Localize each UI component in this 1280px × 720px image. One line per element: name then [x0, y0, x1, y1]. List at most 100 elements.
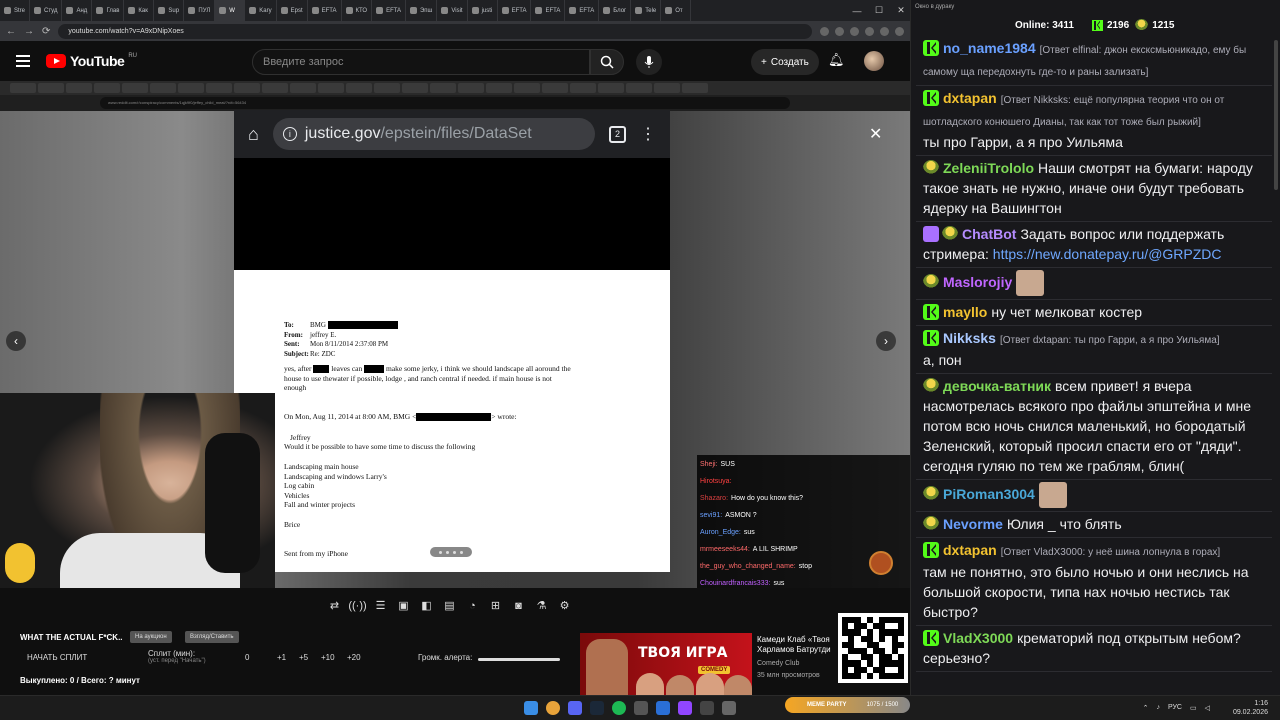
- playlist-icon[interactable]: ☰: [371, 596, 390, 615]
- tray-chevron-icon[interactable]: ⌃: [1143, 704, 1149, 712]
- extension-icon[interactable]: [880, 26, 889, 36]
- browser-tab[interactable]: Kary: [245, 0, 277, 21]
- lab-icon[interactable]: ⚗: [532, 596, 551, 615]
- chat-username[interactable]: Maslorojiy: [943, 274, 1012, 290]
- maximize-icon[interactable]: ☐: [868, 0, 890, 21]
- close-viewer-icon[interactable]: ✕: [869, 124, 882, 144]
- chrome-icon[interactable]: [546, 701, 560, 715]
- chat-username[interactable]: девочка-ватник: [943, 378, 1051, 394]
- browser-tab[interactable]: EFTA: [531, 0, 566, 21]
- language-indicator[interactable]: РУС: [1168, 704, 1182, 712]
- browser-tab[interactable]: EFTA: [565, 0, 600, 21]
- browser-tab[interactable]: Блог: [599, 0, 632, 21]
- volume-icon[interactable]: ◁: [1205, 704, 1210, 712]
- app-icon[interactable]: [656, 701, 670, 715]
- chat-username[interactable]: dxtapan: [943, 542, 997, 558]
- avatar[interactable]: [864, 51, 884, 71]
- auction-button[interactable]: На аукцион: [130, 631, 172, 643]
- windows-start-icon[interactable]: [524, 701, 538, 715]
- video-player[interactable]: www.reddit.com/r/conspiracy/comments/1qj…: [0, 81, 910, 588]
- browser-tab[interactable]: ПУЛ: [184, 0, 216, 21]
- chat-username[interactable]: dxtapan: [943, 90, 997, 106]
- spotify-icon[interactable]: [612, 701, 626, 715]
- split-plus10-button[interactable]: +10: [321, 653, 335, 662]
- recommended-thumbnail[interactable]: ТВОЯ ИГРА COMEDY: [580, 633, 752, 695]
- next-image-arrow-icon[interactable]: ›: [876, 331, 896, 351]
- speed-icon[interactable]: ◔: [463, 596, 482, 615]
- split-plus1-button[interactable]: +1: [277, 653, 286, 662]
- bid-button[interactable]: Взгляд/Ставить: [185, 631, 239, 643]
- browser-tab[interactable]: Epst: [277, 0, 308, 21]
- mic-tray-icon[interactable]: ♪: [1156, 704, 1160, 712]
- chat-username[interactable]: VladX3000: [943, 630, 1013, 646]
- browser-tab[interactable]: W: [215, 0, 246, 21]
- extension-icon[interactable]: [820, 26, 829, 36]
- chat-username[interactable]: no_name1984: [943, 40, 1036, 56]
- screenshot-icon[interactable]: ◙: [509, 596, 528, 615]
- subtitles-icon[interactable]: ▤: [440, 596, 459, 615]
- browser-tab[interactable]: Эпш: [406, 0, 438, 21]
- clip-icon[interactable]: ▣: [394, 596, 413, 615]
- split-plus20-button[interactable]: +20: [347, 653, 361, 662]
- back-icon[interactable]: ←: [6, 26, 16, 37]
- minimize-icon[interactable]: —: [846, 0, 868, 21]
- browser-tab[interactable]: EFTA: [498, 0, 532, 21]
- recommended-meta[interactable]: Камеди Клаб «Твоя Харламов Батрутди Come…: [757, 635, 837, 681]
- browser-tab[interactable]: EFTA: [372, 0, 406, 21]
- settings-gear-icon[interactable]: ⚙: [555, 596, 574, 615]
- twitch-icon[interactable]: [678, 701, 692, 715]
- chat-username[interactable]: Nevorme: [943, 516, 1003, 532]
- forward-icon[interactable]: →: [24, 26, 34, 37]
- search-input[interactable]: Введите запрос: [252, 49, 590, 75]
- loop-icon[interactable]: ⇄: [325, 596, 344, 615]
- browser-tab[interactable]: Stre: [0, 0, 31, 21]
- browser-tab[interactable]: Sup: [154, 0, 185, 21]
- start-split-button[interactable]: НАЧАТЬ СПЛИТ: [27, 653, 87, 662]
- image-pager[interactable]: [430, 547, 472, 557]
- search-button[interactable]: [590, 49, 624, 75]
- alert-volume-slider[interactable]: [478, 658, 560, 661]
- steam-icon[interactable]: [590, 701, 604, 715]
- extension-icon[interactable]: [850, 26, 859, 36]
- browser-tab[interactable]: Visit: [437, 0, 468, 21]
- discord-icon[interactable]: [568, 701, 582, 715]
- browser-tab[interactable]: Глав: [92, 0, 125, 21]
- browser-tab[interactable]: КТО: [342, 0, 373, 21]
- browser-tab[interactable]: Студ: [30, 0, 63, 21]
- app-icon[interactable]: [700, 701, 714, 715]
- close-window-icon[interactable]: ✕: [890, 0, 912, 21]
- clock[interactable]: 1:16 09.02.2026: [1233, 699, 1268, 717]
- chat-username[interactable]: mayllo: [943, 304, 987, 320]
- address-bar[interactable]: youtube.com/watch?v=A9xDNipXoes: [58, 23, 812, 39]
- chat-username[interactable]: PiRoman3004: [943, 486, 1035, 502]
- browser-tab[interactable]: От: [661, 0, 692, 21]
- pip-icon[interactable]: ◧: [417, 596, 436, 615]
- menu-icon[interactable]: [16, 52, 30, 70]
- voice-search-button[interactable]: [636, 49, 662, 75]
- prev-image-arrow-icon[interactable]: ‹: [6, 331, 26, 351]
- app-icon[interactable]: [722, 701, 736, 715]
- extension-icon[interactable]: [835, 26, 844, 36]
- browser-tab[interactable]: EFTA: [308, 0, 342, 21]
- chat-scrollbar[interactable]: [1274, 40, 1278, 190]
- browser-tab[interactable]: Tele: [631, 0, 662, 21]
- pepe-badge-icon: [923, 485, 939, 502]
- chat-username[interactable]: ZeleniiTrololo: [943, 160, 1034, 176]
- reload-icon[interactable]: ⟳: [42, 26, 50, 37]
- chat-username[interactable]: Nikksks: [943, 330, 996, 346]
- browser-tab[interactable]: Анд: [62, 0, 93, 21]
- notifications-bell-icon[interactable]: 🔔︎: [828, 52, 845, 68]
- broadcast-icon[interactable]: ((·)): [348, 596, 367, 615]
- split-plus5-button[interactable]: +5: [299, 653, 308, 662]
- network-icon[interactable]: ▭: [1190, 704, 1197, 712]
- youtube-logo[interactable]: YouTube RU: [46, 53, 137, 69]
- browser-tab[interactable]: justi: [468, 0, 498, 21]
- create-button[interactable]: + Создать: [751, 49, 819, 75]
- extension-icon[interactable]: [865, 26, 874, 36]
- extension-icon[interactable]: [895, 26, 904, 36]
- chat-link[interactable]: https://new.donatepay.ru/@GRPZDC: [993, 246, 1222, 262]
- add-icon[interactable]: ⊞: [486, 596, 505, 615]
- browser-tab[interactable]: Как: [124, 0, 155, 21]
- obs-icon[interactable]: [634, 701, 648, 715]
- chat-username[interactable]: ChatBot: [962, 226, 1016, 242]
